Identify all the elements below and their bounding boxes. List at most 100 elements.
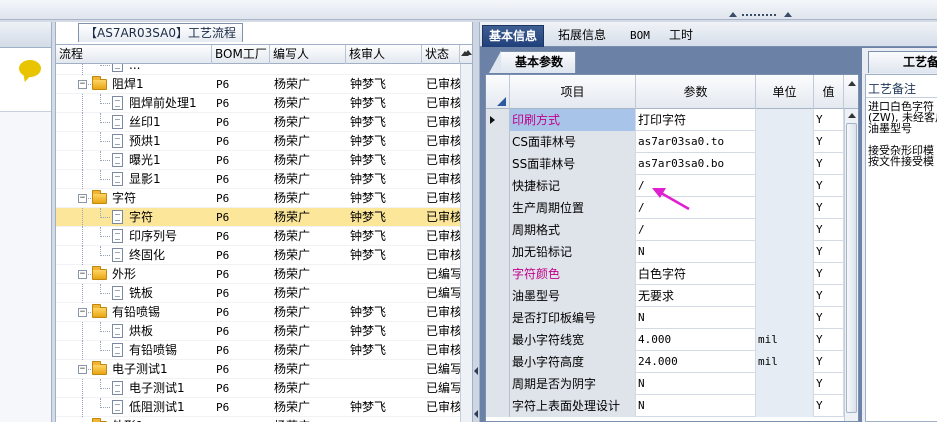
tree-folder-row[interactable]: − 阻焊1 P6 杨荣广 钟梦飞 已审核 (56, 75, 460, 94)
expand-toggle-icon[interactable]: − (78, 308, 87, 317)
collapse-left-icon[interactable] (474, 367, 478, 375)
params-row[interactable]: 加无铅标记 N Y (486, 241, 844, 263)
tree-folder-row[interactable]: − 有铅喷锡 P6 杨荣广 钟梦飞 已审核 (56, 303, 460, 322)
tree-step-row[interactable]: ... (56, 64, 460, 75)
tab-bom[interactable]: BOM (624, 25, 656, 47)
tree-folder-row[interactable]: − 外形 P6 杨荣广 已编写 (56, 265, 460, 284)
collapse-up-icon[interactable] (784, 12, 792, 17)
scroll-up-icon[interactable] (848, 81, 856, 86)
params-row[interactable]: CS面菲林号 as7ar03sa0.to Y (486, 131, 844, 153)
tree-step-row[interactable]: 字符 P6 杨荣广 钟梦飞 已审核 (56, 208, 460, 227)
param-value-cell[interactable]: N (636, 307, 756, 329)
row-indicator[interactable] (486, 307, 510, 329)
param-flag-cell[interactable]: Y (814, 373, 844, 395)
row-indicator[interactable] (486, 241, 510, 263)
row-indicator[interactable] (486, 395, 510, 417)
tree-step-row[interactable]: 预烘1 P6 杨荣广 钟梦飞 已审核 (56, 132, 460, 151)
row-indicator[interactable] (486, 219, 510, 241)
tree-step-row[interactable]: 显影1 P6 杨荣广 钟梦飞 已审核 (56, 170, 460, 189)
tree-column-header[interactable]: 状态 (422, 45, 460, 64)
tree-step-row[interactable]: 铣板 P6 杨荣广 已编写 (56, 284, 460, 303)
row-indicator[interactable] (486, 109, 510, 131)
param-flag-cell[interactable]: Y (814, 175, 844, 197)
tree-step-row[interactable]: 电子测试1 P6 杨荣广 已编写 (56, 379, 460, 398)
row-indicator[interactable] (486, 351, 510, 373)
params-row[interactable]: SS面菲林号 as7ar03sa0.bo Y (486, 153, 844, 175)
expand-toggle-icon[interactable]: − (78, 80, 87, 89)
tab-process-notes[interactable]: 工艺备注 (868, 51, 937, 73)
scroll-thumb[interactable] (846, 123, 857, 413)
params-row[interactable]: 生产周期位置 / Y (486, 197, 844, 219)
expand-toggle-icon[interactable]: − (78, 194, 87, 203)
param-flag-cell[interactable]: Y (814, 131, 844, 153)
panel-splitter[interactable] (472, 22, 480, 422)
row-indicator[interactable] (486, 131, 510, 153)
param-value-cell[interactable]: N (636, 241, 756, 263)
tree-folder-row[interactable]: − 字符 P6 杨荣广 钟梦飞 已审核 (56, 189, 460, 208)
tree-step-row[interactable]: 阻焊前处理1 P6 杨荣广 钟梦飞 已审核 (56, 94, 460, 113)
param-value-cell[interactable]: 4.000 (636, 329, 756, 351)
param-value-cell[interactable]: 打印字符 (636, 109, 756, 131)
params-column-header[interactable]: 单位 (756, 75, 814, 109)
row-indicator[interactable] (486, 153, 510, 175)
params-row[interactable]: 最小字符线宽 4.000 mil Y (486, 329, 844, 351)
tab-basic-params[interactable]: 基本参数 (488, 51, 577, 73)
grid-corner-cell[interactable] (486, 75, 510, 109)
scroll-up-icon[interactable] (464, 50, 472, 55)
tree-step-row[interactable]: 烘板 P6 杨荣广 钟梦飞 已审核 (56, 322, 460, 341)
tab-work-hours[interactable]: 工时 (663, 25, 699, 47)
params-row[interactable]: 印刷方式 打印字符 Y (486, 109, 844, 131)
collapse-up-icon[interactable] (729, 12, 737, 17)
params-row[interactable]: 是否打印板编号 N Y (486, 307, 844, 329)
params-row[interactable]: 字符颜色 白色字符 Y (486, 263, 844, 285)
tree-step-row[interactable]: 印序列号 P6 杨荣广 钟梦飞 已审核 (56, 227, 460, 246)
param-value-cell[interactable]: N (636, 395, 756, 417)
tree-column-header[interactable]: 流程 (56, 45, 212, 64)
params-row[interactable]: 字符上表面处理设计 N Y (486, 395, 844, 417)
param-flag-cell[interactable]: Y (814, 153, 844, 175)
param-value-cell[interactable]: / (636, 197, 756, 219)
tab-basic-info[interactable]: 基本信息 (482, 25, 545, 47)
tree-step-row[interactable]: 终固化 P6 杨荣广 钟梦飞 已审核 (56, 246, 460, 265)
params-row[interactable]: 周期格式 / Y (486, 219, 844, 241)
process-notes-text[interactable]: 进口白色字符 (ZW), 未经客户 油墨型号 接受杂形印模 按文件接受模 (868, 101, 937, 167)
row-indicator[interactable] (486, 373, 510, 395)
expand-toggle-icon[interactable]: − (78, 270, 87, 279)
expand-toggle-icon[interactable]: − (78, 365, 87, 374)
tree-step-row[interactable]: 有铅喷锡 P6 杨荣广 钟梦飞 已审核 (56, 341, 460, 360)
param-value-cell[interactable]: as7ar03sa0.to (636, 131, 756, 153)
row-indicator[interactable] (486, 197, 510, 219)
param-flag-cell[interactable]: Y (814, 241, 844, 263)
collapse-left-icon[interactable] (474, 410, 478, 418)
tree-column-header[interactable]: 编写人 (270, 45, 346, 64)
tree-step-row[interactable]: 丝印1 P6 杨荣广 钟梦飞 已审核 (56, 113, 460, 132)
param-flag-cell[interactable]: Y (814, 351, 844, 373)
param-value-cell[interactable]: / (636, 219, 756, 241)
scroll-up-icon[interactable] (848, 113, 856, 118)
params-column-header[interactable]: 值 (814, 75, 844, 109)
param-flag-cell[interactable]: Y (814, 285, 844, 307)
tree-folder-row[interactable]: − 电子测试1 P6 杨荣广 已编写 (56, 360, 460, 379)
param-value-cell[interactable]: N (636, 373, 756, 395)
row-indicator[interactable] (486, 263, 510, 285)
row-indicator[interactable] (486, 285, 510, 307)
param-value-cell[interactable]: 白色字符 (636, 263, 756, 285)
tree-step-row[interactable]: 低阻测试1 P6 杨荣广 钟梦飞 已审核 (56, 398, 460, 417)
params-column-header[interactable]: 参数 (636, 75, 756, 109)
param-value-cell[interactable]: as7ar03sa0.bo (636, 153, 756, 175)
param-value-cell[interactable]: 无要求 (636, 285, 756, 307)
tab-extended-info[interactable]: 拓展信息 (552, 25, 612, 47)
tree-step-row[interactable]: 曝光1 P6 杨荣广 钟梦飞 已审核 (56, 151, 460, 170)
param-flag-cell[interactable]: Y (814, 219, 844, 241)
param-flag-cell[interactable]: Y (814, 307, 844, 329)
params-row[interactable]: 快捷标记 / Y (486, 175, 844, 197)
params-row[interactable]: 周期是否为阴字 N Y (486, 373, 844, 395)
params-row[interactable]: 油墨型号 无要求 Y (486, 285, 844, 307)
params-row[interactable]: 最小字符高度 24.000 mil Y (486, 351, 844, 373)
params-column-header[interactable]: 项目 (510, 75, 636, 109)
tree-folder-row[interactable]: −外形1P6杨荣广 (56, 417, 460, 422)
param-flag-cell[interactable]: Y (814, 263, 844, 285)
param-flag-cell[interactable]: Y (814, 197, 844, 219)
params-grid-scrollbar[interactable] (844, 109, 858, 421)
chat-bubble-icon[interactable] (19, 60, 41, 77)
